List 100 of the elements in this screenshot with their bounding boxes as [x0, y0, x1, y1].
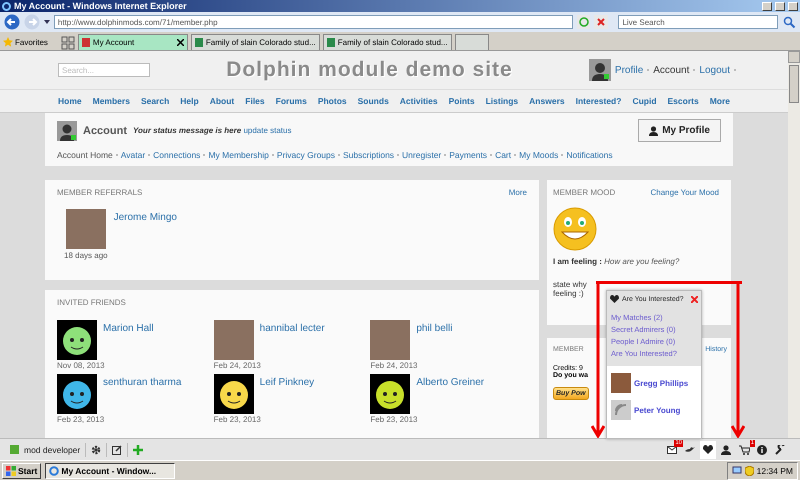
back-icon[interactable] — [4, 14, 20, 30]
person-icon — [649, 126, 658, 136]
submenu-link[interactable]: Connections — [153, 150, 200, 160]
invite-date: Nov 08, 2013 — [57, 361, 106, 370]
user-link[interactable]: Profile — [614, 64, 644, 76]
submenu-link[interactable]: My Membership — [208, 150, 269, 160]
nav-link[interactable]: Listings — [486, 96, 518, 106]
shield-icon — [744, 466, 754, 476]
change-mood-link[interactable]: Change Your Mood — [650, 188, 719, 197]
scrollbar-thumb[interactable] — [789, 65, 799, 103]
feeling-label: I am feeling : — [553, 257, 602, 266]
clock: 12:34 PM — [756, 466, 793, 476]
browser-tab[interactable]: Family of slain Colorado stud... — [190, 34, 320, 50]
member-name-link[interactable]: senthuran tharma — [103, 377, 214, 388]
nav-link[interactable]: Cupid — [632, 96, 657, 106]
account-name: Account — [83, 124, 127, 136]
nav-link[interactable]: Files — [245, 96, 265, 106]
person-icon — [721, 444, 731, 454]
more-link[interactable]: More — [508, 188, 527, 197]
submenu-link[interactable]: Subscriptions — [343, 150, 394, 160]
invite-date: Feb 23, 2013 — [57, 415, 106, 424]
feeling-value: How are you feeling? — [604, 257, 680, 266]
close-icon[interactable] — [176, 39, 184, 46]
nav-link[interactable]: More — [710, 96, 730, 106]
status-message: Your status message is here — [133, 126, 242, 135]
info-icon — [757, 444, 767, 454]
maximize-button[interactable] — [775, 2, 785, 10]
invite-date: Feb 23, 2013 — [214, 415, 262, 424]
referral-time: 18 days ago — [64, 251, 108, 260]
member-name-link[interactable]: hannibal lecter — [260, 323, 370, 334]
window-title: My Account - Windows Internet Explorer — [14, 1, 187, 11]
start-button[interactable]: Start — [2, 462, 42, 478]
mail-icon — [667, 446, 677, 454]
browser-tab[interactable]: Family of slain Colorado stud... — [322, 34, 452, 50]
page-icon — [82, 38, 90, 47]
submenu-link[interactable]: My Moods — [519, 150, 558, 160]
person-link[interactable]: Gregg Phillips — [634, 378, 688, 388]
nav-link[interactable]: Interested? — [576, 96, 622, 106]
minimize-button[interactable] — [762, 2, 772, 10]
nav-link[interactable]: About — [210, 96, 234, 106]
member-name-link[interactable]: Leif Pinkney — [260, 377, 370, 388]
photo-placeholder — [370, 320, 410, 360]
submenu-link[interactable]: Payments — [449, 150, 488, 160]
nav-link[interactable]: Escorts — [668, 96, 699, 106]
quick-tabs-icon[interactable] — [60, 36, 75, 50]
toolbar-button[interactable] — [700, 440, 716, 458]
nav-link[interactable]: Members — [92, 96, 130, 106]
nav-link[interactable]: Answers — [529, 96, 565, 106]
nav-link[interactable]: Photos — [318, 96, 347, 106]
submenu-link[interactable]: Cart — [495, 150, 512, 160]
photo-placeholder — [214, 320, 254, 360]
settings-icon[interactable] — [91, 444, 102, 454]
dropdown-icon[interactable] — [44, 20, 50, 24]
search-field[interactable]: Live Search — [618, 15, 778, 29]
photo-placeholder — [66, 209, 106, 249]
submenu-link[interactable]: Notifications — [566, 150, 613, 160]
browser-logo-icon — [2, 2, 11, 10]
taskbar-button[interactable]: My Account - Window... — [45, 462, 176, 478]
status-icon — [10, 445, 19, 454]
browser-logo-icon — [49, 466, 60, 476]
member-name-link[interactable]: phil belli — [416, 323, 527, 334]
address-field[interactable]: http://www.dolphinmods.com/71/member.php — [54, 15, 573, 29]
invite-date: Feb 23, 2013 — [370, 415, 418, 424]
edit-icon[interactable] — [112, 444, 122, 454]
heart-icon — [703, 445, 713, 454]
submenu-link[interactable]: Account Home — [57, 150, 113, 160]
member-name-link[interactable]: Jerome Mingo — [114, 212, 177, 260]
nav-link[interactable]: Points — [448, 96, 475, 106]
nav-link[interactable]: Sounds — [358, 96, 389, 106]
toolbar-username[interactable]: mod developer — [24, 444, 80, 454]
member-name-link[interactable]: Alberto Greiner — [416, 377, 527, 388]
submenu-link[interactable]: Unregister — [402, 150, 442, 160]
search-icon[interactable] — [782, 15, 796, 29]
my-profile-button[interactable]: My Profile — [638, 119, 721, 142]
member-name-link[interactable]: Marion Hall — [103, 323, 214, 334]
new-tab-button[interactable] — [454, 34, 489, 50]
stop-icon[interactable] — [594, 15, 608, 29]
submenu-link[interactable]: Privacy Groups — [276, 150, 336, 160]
close-button[interactable] — [788, 2, 798, 10]
network-icon — [732, 466, 742, 476]
nav-link[interactable]: Activities — [400, 96, 438, 106]
browser-tab[interactable]: My Account — [78, 34, 188, 50]
card-title: MEMBER REFERRALS — [57, 188, 142, 197]
nav-link[interactable]: Forums — [276, 96, 307, 106]
submenu-link[interactable]: Avatar — [120, 150, 146, 160]
user-link[interactable]: Account — [653, 64, 690, 76]
update-status-link[interactable]: update status — [243, 126, 292, 135]
star-icon — [3, 37, 13, 47]
nav-link[interactable]: Search — [140, 96, 170, 106]
nav-link[interactable]: Help — [180, 96, 199, 106]
user-link[interactable]: Logout — [699, 64, 730, 76]
nav-link[interactable]: Home — [58, 96, 82, 106]
page-icon — [194, 38, 203, 47]
person-link[interactable]: Peter Young — [634, 406, 680, 414]
invite-date: Feb 24, 2013 — [370, 361, 418, 370]
cart-icon — [738, 444, 750, 454]
mood-note: state why — [553, 280, 587, 289]
smiley-icon — [553, 207, 597, 251]
page-icon — [326, 38, 335, 47]
favorites-button[interactable]: Favorites — [15, 38, 48, 46]
